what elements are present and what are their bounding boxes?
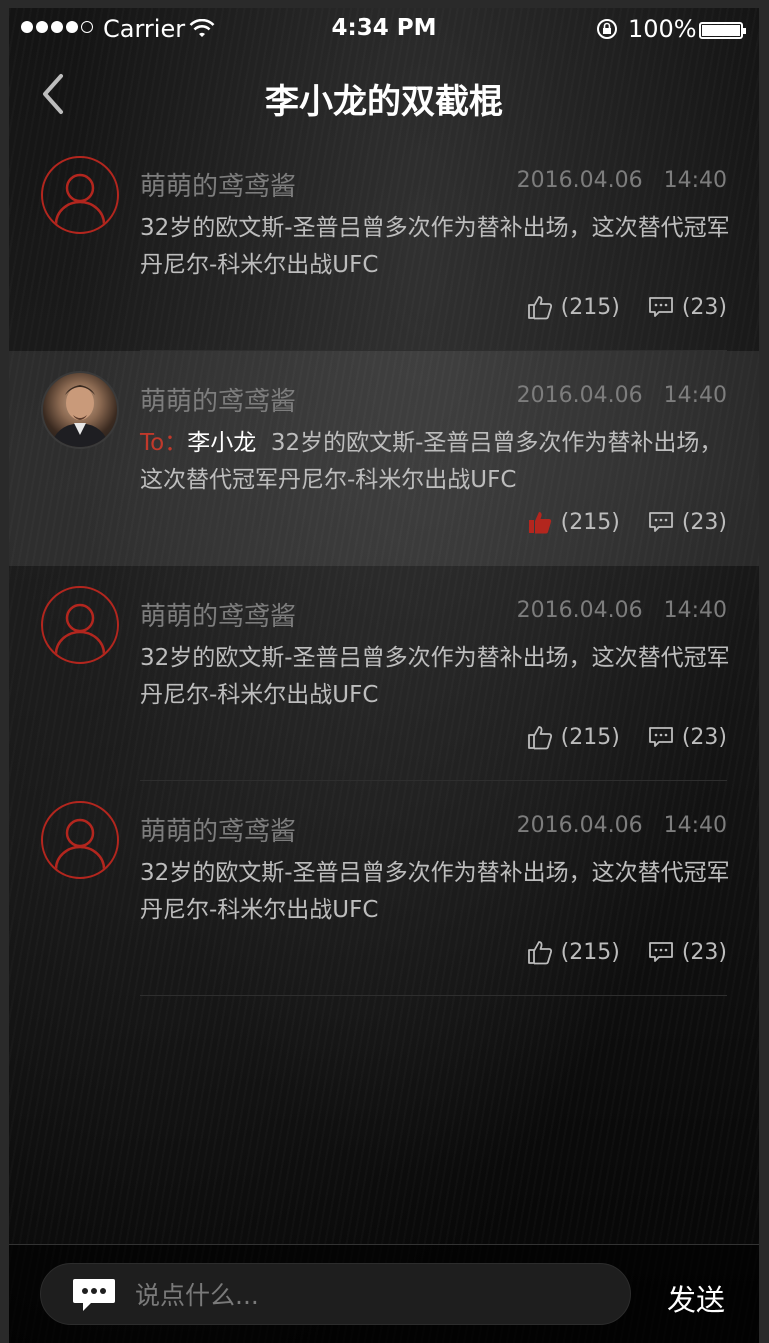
comment-actions: (215) (23) [527, 939, 727, 965]
timestamp: 2016.04.06 14:40 [516, 598, 727, 623]
reply-button[interactable]: (23) [648, 940, 727, 965]
avatar[interactable] [41, 371, 119, 449]
page-title: 李小龙的双截棍 [265, 82, 503, 122]
comment-icon [648, 727, 673, 747]
avatar[interactable] [41, 156, 119, 234]
comment-input-container[interactable] [40, 1263, 631, 1326]
thumbs-up-filled-icon[interactable] [527, 509, 553, 535]
reply-button[interactable]: (23) [648, 295, 727, 320]
user-icon [54, 173, 106, 225]
comment-icon [648, 512, 673, 532]
comment-actions: (215) (23) [527, 509, 727, 535]
comment-item: 萌萌的鸢鸢酱 2016.04.06 14:40 32岁的欧文斯-圣普吕曾多次作为… [9, 136, 759, 351]
thumbs-up-icon[interactable] [527, 724, 553, 750]
comment-actions: (215) (23) [527, 294, 727, 320]
username[interactable]: 萌萌的鸢鸢酱 [140, 596, 296, 633]
send-button[interactable]: 发送 [667, 1277, 725, 1319]
username[interactable]: 萌萌的鸢鸢酱 [140, 381, 296, 418]
thumbs-up-icon[interactable] [527, 939, 553, 965]
like-count: (215) [560, 939, 620, 965]
phone-screen: Carrier 4:34 PM 100% 李小龙的双截棍 萌萌的鸢鸢酱 2016… [9, 8, 759, 1343]
user-icon [54, 818, 106, 870]
thumbs-up-icon[interactable] [527, 294, 553, 320]
timestamp: 2016.04.06 14:40 [516, 383, 727, 408]
like-count: (215) [560, 509, 620, 535]
comment-text: 32岁的欧文斯-圣普吕曾多次作为替补出场，这次替代冠军丹尼尔-科米尔出战UFC [140, 645, 730, 708]
comment-text: 32岁的欧文斯-圣普吕曾多次作为替补出场，这次替代冠军丹尼尔-科米尔出战UFC [140, 215, 730, 278]
like-count: (215) [560, 724, 620, 750]
divider [140, 995, 727, 996]
comment-actions: (215) (23) [527, 724, 727, 750]
avatar[interactable] [41, 586, 119, 664]
timestamp: 2016.04.06 14:40 [516, 168, 727, 193]
timestamp: 2016.04.06 14:40 [516, 813, 727, 838]
rotation-lock-icon [596, 18, 618, 46]
comment-text: To：李小龙 32岁的欧文斯-圣普吕曾多次作为替补出场，这次替代冠军丹尼尔-科米… [140, 430, 723, 493]
comment-list: 萌萌的鸢鸢酱 2016.04.06 14:40 32岁的欧文斯-圣普吕曾多次作为… [9, 136, 759, 996]
profile-photo-icon [51, 385, 109, 447]
username[interactable]: 萌萌的鸢鸢酱 [140, 166, 296, 203]
comment-item: 萌萌的鸢鸢酱 2016.04.06 14:40 32岁的欧文斯-圣普吕曾多次作为… [9, 781, 759, 996]
comment-icon [648, 942, 673, 962]
user-icon [54, 603, 106, 655]
reply-count: (23) [681, 294, 727, 320]
like-count: (215) [560, 294, 620, 320]
comment-icon [648, 297, 673, 317]
reply-button[interactable]: (23) [648, 725, 727, 750]
reply-prefix: To： [140, 430, 188, 456]
username[interactable]: 萌萌的鸢鸢酱 [140, 811, 296, 848]
navigation-bar: 李小龙的双截棍 [9, 48, 759, 136]
comment-item: 萌萌的鸢鸢酱 2016.04.06 14:40 32岁的欧文斯-圣普吕曾多次作为… [9, 566, 759, 781]
battery-percent: 100% [628, 15, 697, 43]
reply-count: (23) [681, 724, 727, 750]
reply-count: (23) [681, 939, 727, 965]
comment-item-reply: 萌萌的鸢鸢酱 2016.04.06 14:40 To：李小龙 32岁的欧文斯-圣… [9, 351, 759, 566]
comment-text: 32岁的欧文斯-圣普吕曾多次作为替补出场，这次替代冠军丹尼尔-科米尔出战UFC [140, 860, 730, 923]
comment-input[interactable] [135, 1264, 605, 1326]
reply-button[interactable]: (23) [648, 510, 727, 535]
comment-composer: 发送 [9, 1244, 759, 1343]
reply-to-name[interactable]: 李小龙 [187, 430, 256, 456]
reply-count: (23) [681, 509, 727, 535]
chat-bubble-icon [71, 1276, 117, 1318]
avatar[interactable] [41, 801, 119, 879]
battery-icon [699, 22, 746, 39]
status-bar: Carrier 4:34 PM 100% [9, 8, 759, 48]
